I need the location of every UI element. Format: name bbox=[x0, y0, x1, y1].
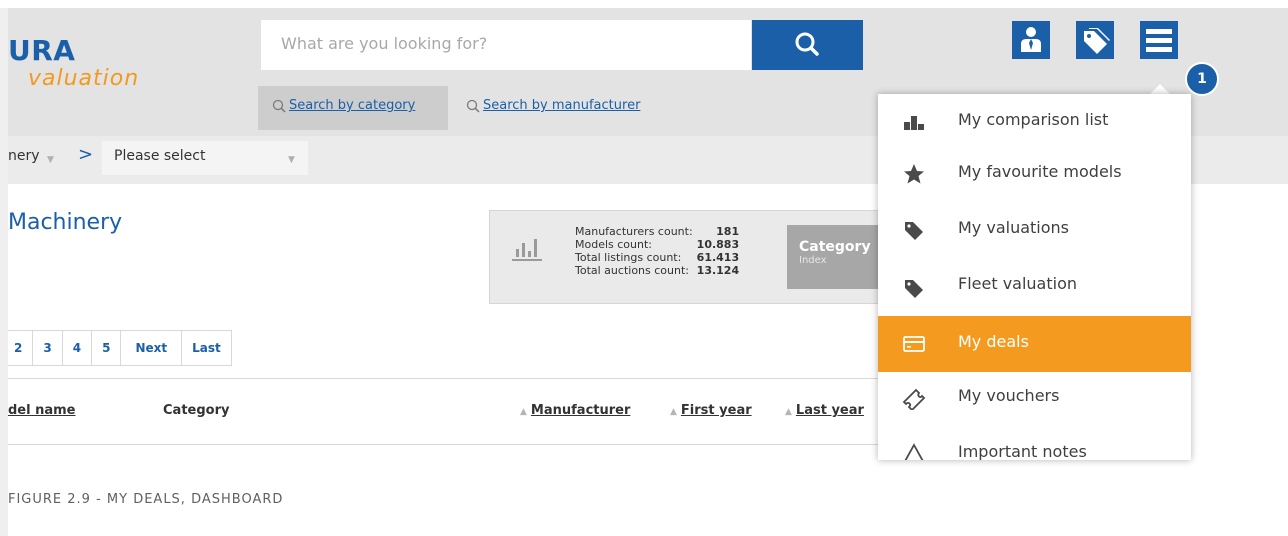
page-link[interactable]: 3 bbox=[33, 330, 63, 366]
pagination: 2 3 4 5 Next Last bbox=[8, 330, 232, 366]
page-link[interactable]: 2 bbox=[8, 330, 34, 366]
search-button[interactable] bbox=[752, 20, 863, 70]
menu-item-label: Important notes bbox=[958, 442, 1087, 460]
menu-item-my-deals[interactable]: My deals bbox=[878, 316, 1191, 372]
next-page-link[interactable]: Next bbox=[121, 330, 183, 366]
column-header-label: Manufacturer bbox=[530, 403, 631, 418]
category-button-title: Category bbox=[799, 239, 871, 255]
logo-subtitle: valuation bbox=[28, 66, 140, 91]
stat-value: 13.124 bbox=[696, 264, 740, 277]
chevron-down-icon: ▼ bbox=[47, 155, 54, 165]
column-header-last-year[interactable]: ▲ Last year bbox=[785, 403, 864, 418]
tab-label: Search by manufacturer bbox=[483, 98, 641, 113]
tab-label: Search by category bbox=[289, 98, 416, 113]
stat-label: Total listings count: bbox=[575, 251, 682, 264]
chevron-down-icon: ▼ bbox=[288, 155, 295, 165]
divider bbox=[8, 444, 880, 445]
page-link[interactable]: 4 bbox=[62, 330, 93, 366]
credit-card-icon bbox=[903, 336, 925, 352]
podium-icon bbox=[904, 116, 924, 130]
search-icon bbox=[466, 99, 480, 113]
menu-item-comparison-list[interactable]: My comparison list bbox=[878, 94, 1191, 150]
menu-item-label: My valuations bbox=[958, 218, 1070, 237]
search-icon bbox=[795, 32, 819, 56]
ticket-icon bbox=[902, 388, 926, 410]
last-page-link[interactable]: Last bbox=[182, 330, 232, 366]
stat-label: Total auctions count: bbox=[575, 264, 689, 277]
page-link[interactable]: 5 bbox=[92, 330, 122, 366]
column-header-manufacturer[interactable]: ▲ Manufacturer bbox=[520, 403, 630, 418]
breadcrumb-category[interactable]: nery bbox=[8, 148, 40, 164]
search-input[interactable]: What are you looking for? bbox=[261, 20, 751, 70]
search-icon bbox=[272, 99, 286, 113]
star-icon bbox=[904, 164, 924, 184]
sort-icon: ▲ bbox=[785, 407, 792, 417]
sort-icon: ▲ bbox=[520, 407, 527, 417]
tab-search-by-manufacturer[interactable]: Search by manufacturer bbox=[460, 86, 700, 130]
stats-table: Manufacturers count: 181 Models count: 10.… bbox=[575, 225, 739, 277]
stat-value: 10.883 bbox=[696, 238, 740, 251]
price-tags-icon bbox=[1084, 28, 1110, 54]
price-tag-icon bbox=[905, 280, 923, 298]
page-title: Machinery bbox=[8, 210, 123, 235]
stat-value: 61.413 bbox=[696, 251, 740, 264]
tags-button[interactable] bbox=[1076, 21, 1114, 59]
column-header-model-name[interactable]: del name bbox=[8, 403, 76, 418]
menu-item-vouchers[interactable]: My vouchers bbox=[878, 370, 1191, 426]
menu-item-label: My favourite models bbox=[958, 162, 1122, 181]
sort-icon: ▲ bbox=[670, 407, 677, 417]
column-header-label: First year bbox=[680, 403, 752, 418]
stat-label: Models count: bbox=[575, 238, 652, 251]
menu-item-important-notes[interactable]: Important notes bbox=[878, 426, 1191, 460]
hamburger-icon bbox=[1146, 29, 1172, 52]
logo-text[interactable]: URA bbox=[8, 34, 75, 67]
category-button-subtitle: Index bbox=[799, 255, 827, 266]
price-tag-icon bbox=[905, 222, 923, 240]
column-header-first-year[interactable]: ▲ First year bbox=[670, 403, 752, 418]
chevron-right-icon: > bbox=[78, 144, 94, 165]
user-dropdown-menu: My comparison list My favourite models M… bbox=[878, 94, 1191, 460]
bar-chart-icon bbox=[512, 239, 542, 261]
select-value: Please select bbox=[114, 148, 206, 164]
menu-item-valuations[interactable]: My valuations bbox=[878, 202, 1191, 258]
column-header-category: Category bbox=[163, 403, 230, 418]
figure-caption: FIGURE 2.9 - MY DEALS, DASHBOARD bbox=[8, 492, 284, 507]
step-badge: 1 bbox=[1185, 62, 1219, 96]
tab-search-by-category[interactable]: Search by category bbox=[258, 86, 448, 130]
menu-item-label: Fleet valuation bbox=[958, 274, 1078, 293]
menu-button[interactable] bbox=[1140, 21, 1178, 59]
stats-panel: Manufacturers count: 181 Models count: 10.… bbox=[489, 210, 889, 304]
user-account-button[interactable] bbox=[1012, 21, 1050, 59]
menu-item-label: My deals bbox=[958, 332, 1029, 351]
column-header-label: Last year bbox=[795, 403, 864, 418]
left-border bbox=[0, 8, 8, 536]
menu-item-label: My vouchers bbox=[958, 386, 1060, 405]
user-tie-icon bbox=[1021, 27, 1041, 52]
stat-label: Manufacturers count: bbox=[575, 225, 693, 238]
stat-value: 181 bbox=[716, 225, 740, 238]
menu-item-favourite-models[interactable]: My favourite models bbox=[878, 146, 1191, 202]
divider bbox=[8, 378, 880, 379]
menu-item-fleet-valuation[interactable]: Fleet valuation bbox=[878, 258, 1191, 314]
category-index-button[interactable]: Category Index bbox=[787, 225, 879, 289]
warning-icon bbox=[904, 443, 924, 460]
menu-item-label: My comparison list bbox=[958, 110, 1109, 129]
category-select[interactable]: Please select bbox=[102, 141, 308, 175]
